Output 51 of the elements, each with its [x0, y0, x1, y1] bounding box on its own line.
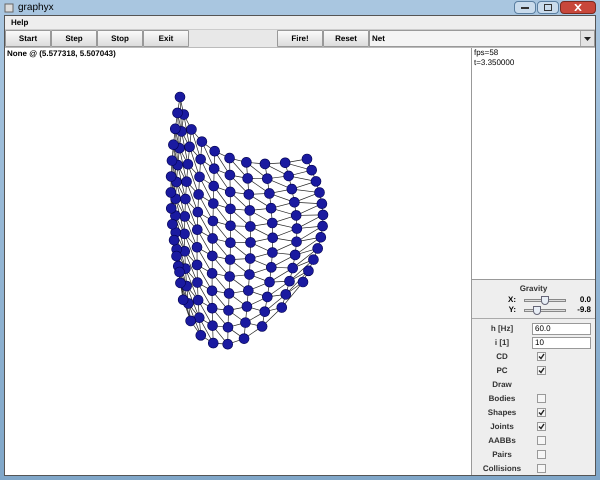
app-icon	[4, 2, 14, 12]
toolbar-button[interactable]: Exit	[143, 30, 189, 47]
checkbox[interactable]	[537, 366, 546, 375]
setting-label: Pairs	[491, 449, 513, 461]
toolbar-button[interactable]: Start	[5, 30, 51, 47]
info-line: fps=58	[474, 48, 500, 58]
slider-track[interactable]	[524, 298, 566, 302]
slider-label: X:	[507, 294, 517, 306]
maximize-button[interactable]	[537, 1, 559, 14]
checkbox[interactable]	[537, 394, 546, 403]
input-field[interactable]: 60.0	[532, 322, 591, 334]
checkbox[interactable]	[537, 436, 546, 445]
toolbar-button[interactable]: Reset	[323, 30, 369, 47]
scene-dropdown[interactable]: Net	[369, 30, 595, 47]
setting-label: Bodies	[488, 393, 516, 405]
setting-label: PC	[495, 365, 509, 377]
maximize-icon	[544, 4, 552, 11]
toolbar-button[interactable]: Fire!	[277, 30, 323, 47]
checkbox[interactable]	[537, 464, 546, 473]
setting-label: h [Hz]	[490, 323, 514, 335]
setting-label: Collisions	[482, 463, 522, 475]
simulation-canvas[interactable]: None @ (5.577318, 5.507043)	[5, 48, 472, 475]
setting-label: Joints	[489, 421, 515, 433]
minimize-icon	[521, 6, 529, 9]
slider-track[interactable]	[524, 308, 566, 312]
slider-thumb[interactable]	[533, 306, 541, 314]
status-text: None @ (5.577318, 5.507043)	[7, 48, 116, 60]
setting-label: i [1]	[494, 337, 510, 349]
close-icon	[574, 4, 582, 11]
setting-label: Shapes	[486, 407, 518, 419]
slider-value: -9.8	[576, 304, 591, 316]
dropdown-arrow-icon	[584, 36, 591, 40]
minimize-button[interactable]	[514, 1, 536, 14]
checkbox[interactable]	[537, 408, 546, 417]
slider-value: 0.0	[578, 294, 591, 306]
setting-label: CD	[495, 351, 509, 363]
menu-item[interactable]: Help	[9, 16, 30, 28]
gravity-label: Gravity	[518, 283, 548, 295]
setting-label: AABBs	[487, 435, 517, 447]
window-title: graphyx	[18, 1, 54, 15]
checkbox[interactable]	[537, 352, 546, 361]
close-button[interactable]	[560, 1, 596, 14]
input-field[interactable]: 10	[532, 336, 591, 348]
setting-label: Draw	[491, 379, 513, 391]
info-line: t=3.350000	[474, 58, 516, 68]
slider-thumb[interactable]	[541, 296, 549, 304]
toolbar-button[interactable]: Step	[51, 30, 97, 47]
toolbar-button[interactable]: Stop	[97, 30, 143, 47]
checkbox[interactable]	[537, 450, 546, 459]
checkbox[interactable]	[537, 422, 546, 431]
slider-label: Y:	[508, 304, 517, 316]
